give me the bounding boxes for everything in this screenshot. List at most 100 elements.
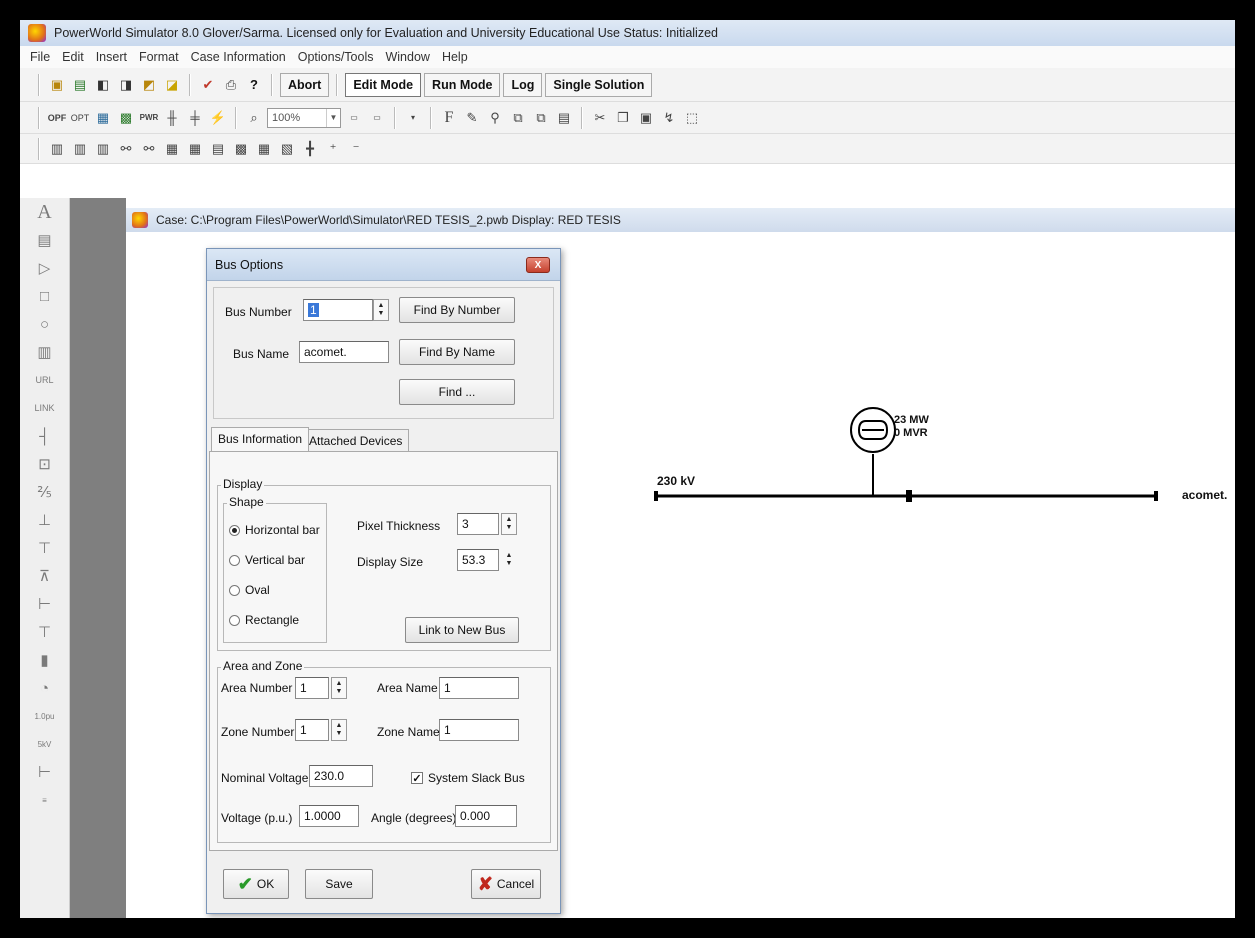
find-next-icon[interactable]: ⚯ bbox=[139, 139, 159, 159]
arrow-icon[interactable]: ▷ bbox=[28, 254, 62, 282]
ok-button[interactable]: ✔ OK bbox=[223, 869, 289, 899]
series-cap-icon[interactable]: ⊢ bbox=[28, 590, 62, 618]
note-icon[interactable]: ▤ bbox=[28, 226, 62, 254]
align-left-icon[interactable]: ▥ bbox=[47, 139, 67, 159]
crosshair-icon[interactable]: ╋ bbox=[300, 139, 320, 159]
text-icon[interactable]: A bbox=[28, 198, 62, 226]
bus-number-stepper[interactable]: ▲ ▼ bbox=[373, 299, 389, 321]
bus-number-field[interactable]: 1 bbox=[303, 299, 373, 321]
font-icon[interactable]: F bbox=[439, 108, 459, 128]
display-size-field[interactable]: 53.3 bbox=[457, 549, 499, 571]
link-to-new-bus-button[interactable]: Link to New Bus bbox=[405, 617, 519, 643]
menu-insert[interactable]: Insert bbox=[96, 50, 127, 64]
menu-options-tools[interactable]: Options/Tools bbox=[298, 50, 374, 64]
zone-number-field[interactable]: 1 bbox=[295, 719, 329, 741]
save-case-icon[interactable]: ▤ bbox=[70, 75, 90, 95]
cancel-button[interactable]: ✘ Cancel bbox=[471, 869, 541, 899]
generator-icon[interactable]: ⅖ bbox=[28, 478, 62, 506]
pie-chart-icon[interactable]: ◔ bbox=[28, 674, 62, 702]
cut-icon[interactable]: ✂ bbox=[590, 108, 610, 128]
find-icon[interactable]: ⚯ bbox=[116, 139, 136, 159]
refresh-icon[interactable]: ✔ bbox=[198, 75, 218, 95]
kv-icon[interactable]: 5kV bbox=[28, 730, 62, 758]
zoom-in-icon[interactable]: ⁺ bbox=[323, 139, 343, 159]
line-flow-icon[interactable]: ⊢ bbox=[28, 758, 62, 786]
zone-icon[interactable]: ╫ bbox=[162, 108, 182, 128]
edit-mode-button[interactable]: Edit Mode bbox=[345, 72, 422, 97]
align-center-icon[interactable]: ▥ bbox=[70, 139, 90, 159]
substation-icon[interactable]: ▮ bbox=[28, 646, 62, 674]
save-button[interactable]: Save bbox=[305, 869, 373, 899]
shape-rectangle-radio[interactable]: Rectangle bbox=[229, 613, 299, 627]
rectangle-icon[interactable]: □ bbox=[28, 282, 62, 310]
layers-icon[interactable]: ▤ bbox=[208, 139, 228, 159]
line-color-icon[interactable]: ✎ bbox=[462, 108, 482, 128]
menu-file[interactable]: File bbox=[30, 50, 50, 64]
table-icon[interactable]: ▦ bbox=[185, 139, 205, 159]
save-oneline-icon[interactable]: ◨ bbox=[116, 75, 136, 95]
quick-pf-icon[interactable]: ▩ bbox=[116, 108, 136, 128]
system-slack-bus-checkbox[interactable]: ✓ System Slack Bus bbox=[411, 771, 525, 785]
paste-format-icon[interactable]: ⧉ bbox=[531, 108, 551, 128]
zoom-out-icon[interactable]: ⁻ bbox=[346, 139, 366, 159]
zoom-select[interactable]: 100% ▼ bbox=[267, 107, 341, 128]
bus-icon[interactable]: ┤ bbox=[28, 422, 62, 450]
shape-horizontal-bar-radio[interactable]: Horizontal bar bbox=[229, 523, 320, 537]
contingency-icon[interactable]: ▦ bbox=[93, 108, 113, 128]
fill-icon[interactable]: ╪ bbox=[185, 108, 205, 128]
url-label-icon[interactable]: URL bbox=[28, 366, 62, 394]
copy-format-icon[interactable]: ⧉ bbox=[508, 108, 528, 128]
run-mode-button[interactable]: Run Mode bbox=[424, 72, 501, 97]
pan-icon[interactable]: ▭ bbox=[367, 108, 387, 128]
auto-draw-icon[interactable]: ▤ bbox=[554, 108, 574, 128]
tab-bus-information[interactable]: Bus Information bbox=[211, 427, 310, 451]
single-solution-button[interactable]: Single Solution bbox=[545, 72, 653, 97]
open-case-icon[interactable]: ▣ bbox=[47, 75, 67, 95]
save-view-icon[interactable]: ▭ bbox=[344, 108, 364, 128]
menu-format[interactable]: Format bbox=[139, 50, 179, 64]
switched-shunt-icon[interactable]: ⊼ bbox=[28, 562, 62, 590]
area-icon[interactable]: PWR bbox=[139, 108, 159, 128]
zoom-icon[interactable]: ⌕ bbox=[244, 108, 264, 128]
pixel-thickness-stepper[interactable]: ▲ ▼ bbox=[501, 513, 517, 535]
line-icon[interactable]: ⊤ bbox=[28, 534, 62, 562]
find-by-number-button[interactable]: Find By Number bbox=[399, 297, 515, 323]
menu-window[interactable]: Window bbox=[385, 50, 429, 64]
connect-icon[interactable]: ↯ bbox=[659, 108, 679, 128]
help-icon[interactable]: ? bbox=[244, 75, 264, 95]
document-icon[interactable]: ▥ bbox=[28, 338, 62, 366]
opf-icon[interactable]: OPF bbox=[47, 108, 67, 128]
print-icon[interactable]: ⎙ bbox=[221, 75, 241, 95]
load-icon[interactable]: ⊡ bbox=[28, 450, 62, 478]
zone-icon-2[interactable]: ≡ bbox=[28, 786, 62, 814]
voltage-pu-icon[interactable]: 1.0pu bbox=[28, 702, 62, 730]
log-button[interactable]: Log bbox=[503, 72, 543, 97]
find-button[interactable]: Find ... bbox=[399, 379, 515, 405]
zone-name-field[interactable]: 1 bbox=[439, 719, 519, 741]
area-name-field[interactable]: 1 bbox=[439, 677, 519, 699]
pixel-thickness-field[interactable]: 3 bbox=[457, 513, 499, 535]
select-icon[interactable]: ⬚ bbox=[682, 108, 702, 128]
ellipse-icon[interactable]: ○ bbox=[28, 310, 62, 338]
transformer-icon[interactable]: ⊥ bbox=[28, 506, 62, 534]
tab-attached-devices[interactable]: Attached Devices bbox=[302, 429, 410, 453]
spacing-icon[interactable]: ▧ bbox=[277, 139, 297, 159]
open-oneline-icon[interactable]: ◧ bbox=[93, 75, 113, 95]
injection-icon[interactable]: ⊤ bbox=[28, 618, 62, 646]
angle-field[interactable]: 0.000 bbox=[455, 805, 517, 827]
find-by-name-button[interactable]: Find By Name bbox=[399, 339, 515, 365]
zone-number-stepper[interactable]: ▲ ▼ bbox=[331, 719, 347, 741]
opt-icon[interactable]: OPT bbox=[70, 108, 90, 128]
abort-button[interactable]: Abort bbox=[280, 72, 330, 97]
menu-case-information[interactable]: Case Information bbox=[191, 50, 286, 64]
nominal-voltage-field[interactable]: 230.0 bbox=[309, 765, 373, 787]
view-list-icon[interactable]: ▾ bbox=[403, 108, 423, 128]
shape-vertical-bar-radio[interactable]: Vertical bar bbox=[229, 553, 305, 567]
layout-icon[interactable]: ▦ bbox=[254, 139, 274, 159]
scroll-icon[interactable]: ◪ bbox=[162, 75, 182, 95]
close-oneline-icon[interactable]: ◩ bbox=[139, 75, 159, 95]
bus-name-field[interactable]: acomet. bbox=[299, 341, 389, 363]
shape-oval-radio[interactable]: Oval bbox=[229, 583, 270, 597]
link-label-icon[interactable]: LINK bbox=[28, 394, 62, 422]
area-number-field[interactable]: 1 bbox=[295, 677, 329, 699]
